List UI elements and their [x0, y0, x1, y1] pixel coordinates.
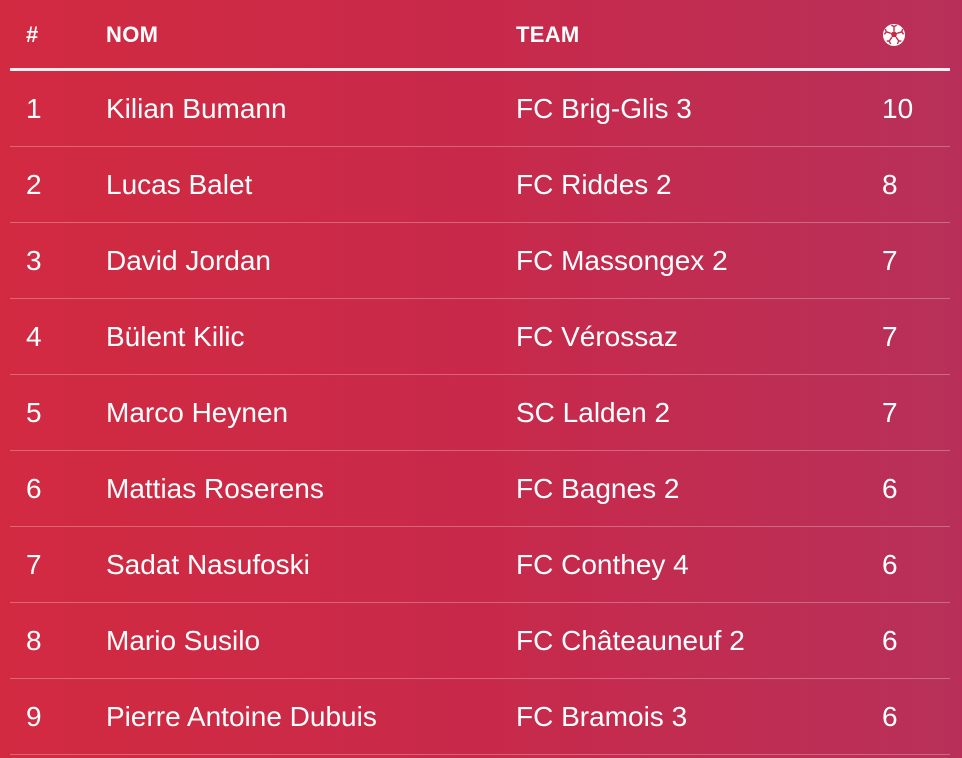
goals-cell: 6 — [882, 701, 898, 732]
table-row: 5 Marco Heynen SC Lalden 2 7 — [10, 375, 950, 451]
header-name: NOM — [106, 22, 159, 47]
goals-cell: 7 — [882, 245, 898, 276]
player-name-cell: Bülent Kilic — [106, 321, 245, 352]
team-cell: FC Vérossaz — [516, 321, 678, 352]
rank-cell: 2 — [26, 169, 42, 200]
player-name-cell: Lucas Balet — [106, 169, 253, 200]
team-cell: FC Châteauneuf 2 — [516, 625, 745, 656]
player-name-cell: David Jordan — [106, 245, 271, 276]
scorers-table: # NOM TEAM 1 Kilian Bumann FC Brig-Glis 31… — [10, 0, 950, 755]
rank-cell: 7 — [26, 549, 42, 580]
player-name-cell: Pierre Antoine Dubuis — [106, 701, 377, 732]
table-body: 1 Kilian Bumann FC Brig-Glis 3 10 2 Lucas Bal… — [10, 71, 950, 755]
header-rank: # — [26, 22, 39, 47]
goals-cell: 6 — [882, 473, 898, 504]
table-row: 6 Mattias Roserens FC Bagnes 2 6 — [10, 451, 950, 527]
goals-cell: 6 — [882, 549, 898, 580]
rank-cell: 6 — [26, 473, 42, 504]
player-name-cell: Kilian Bumann — [106, 93, 287, 124]
goals-cell: 7 — [882, 321, 898, 352]
table-row: 3 David Jordan FC Massongex 2 7 — [10, 223, 950, 299]
table-header: # NOM TEAM — [10, 0, 950, 71]
player-name-cell: Mario Susilo — [106, 625, 261, 656]
goals-cell: 8 — [882, 169, 898, 200]
table-row: 4 Bülent Kilic FC Vérossaz 7 — [10, 299, 950, 375]
team-cell: FC Bagnes 2 — [516, 473, 680, 504]
rank-cell: 4 — [26, 321, 42, 352]
rank-cell: 3 — [26, 245, 42, 276]
team-cell: FC Massongex 2 — [516, 245, 728, 276]
team-cell: FC Brig-Glis 3 — [516, 93, 692, 124]
rank-cell: 9 — [26, 701, 42, 732]
team-cell: FC Riddes 2 — [516, 169, 672, 200]
table-row: 8 Mario Susilo FC Châteauneuf 2 6 — [10, 603, 950, 679]
team-cell: SC Lalden 2 — [516, 397, 671, 428]
soccer-ball-icon — [882, 23, 906, 47]
table-row: 1 Kilian Bumann FC Brig-Glis 3 10 — [10, 71, 950, 147]
table-row: 2 Lucas Balet FC Riddes 2 8 — [10, 147, 950, 223]
rank-cell: 1 — [26, 93, 42, 124]
team-cell: FC Conthey 4 — [516, 549, 689, 580]
player-name-cell: Mattias Roserens — [106, 473, 324, 504]
rank-cell: 8 — [26, 625, 42, 656]
header-team: TEAM — [516, 22, 580, 47]
player-name-cell: Sadat Nasufoski — [106, 549, 310, 580]
goals-cell: 7 — [882, 397, 898, 428]
player-name-cell: Marco Heynen — [106, 397, 289, 428]
rank-cell: 5 — [26, 397, 42, 428]
team-cell: FC Bramois 3 — [516, 701, 688, 732]
goals-cell: 6 — [882, 625, 898, 656]
table-row: 7 Sadat Nasufoski FC Conthey 4 6 — [10, 527, 950, 603]
goals-cell: 10 — [882, 93, 914, 124]
table-row: 9 Pierre Antoine Dubuis FC Bramois 3 6 — [10, 679, 950, 755]
